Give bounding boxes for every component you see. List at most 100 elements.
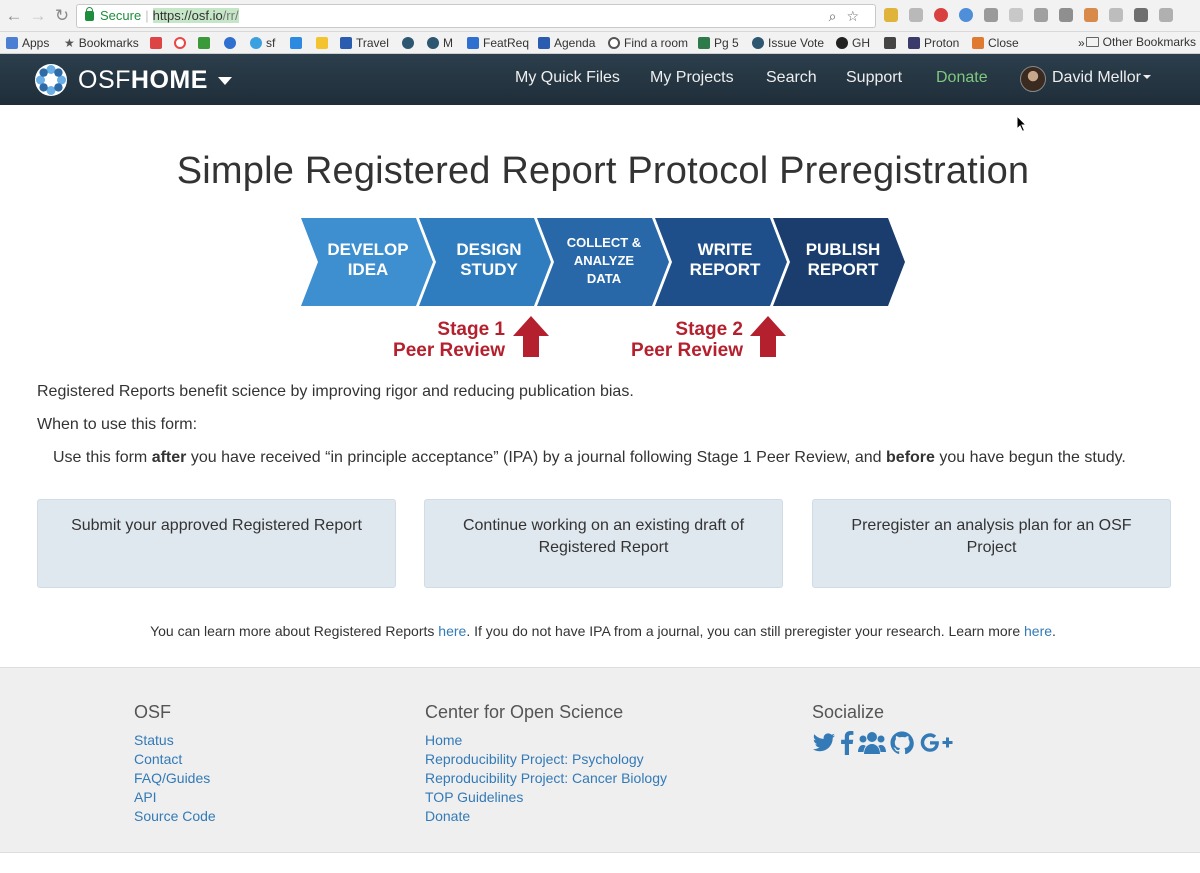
group-icon[interactable] xyxy=(858,731,886,755)
submit-approved-report-option[interactable]: Submit your approved Registered Report xyxy=(37,499,396,588)
bookmark-pg5[interactable]: Pg 5 xyxy=(698,35,739,51)
footer-osf-heading: OSF xyxy=(134,702,172,722)
extension-icon[interactable] xyxy=(959,8,973,22)
bookmark-apps[interactable]: Apps xyxy=(6,35,49,51)
browser-toolbar: ← → ↻ Secure | https://osf.io/rr/ ⌕☆ xyxy=(0,0,1200,32)
bookmark-google[interactable] xyxy=(174,35,190,51)
continue-draft-option[interactable]: Continue working on an existing draft of… xyxy=(424,499,783,588)
evernote-icon xyxy=(198,37,210,49)
footer-link-rp-psychology[interactable]: Reproducibility Project: Psychology xyxy=(425,750,667,769)
extension-icon[interactable] xyxy=(984,8,998,22)
star-icon[interactable]: ☆ xyxy=(846,8,869,24)
bookmark-issue-vote[interactable]: Issue Vote xyxy=(752,35,824,51)
footer-link-donate[interactable]: Donate xyxy=(425,807,667,826)
bookmark-close[interactable]: Close xyxy=(972,35,1019,51)
preregister-analysis-plan-option[interactable]: Preregister an analysis plan for an OSF … xyxy=(812,499,1171,588)
bookmark-drive[interactable] xyxy=(316,35,332,51)
bookmark-featreq[interactable]: FeatReq xyxy=(467,35,529,51)
footnote: You can learn more about Registered Repo… xyxy=(150,623,1056,639)
bookmark-owl[interactable] xyxy=(884,35,900,51)
extension-icon[interactable] xyxy=(1009,8,1023,22)
extension-icon[interactable] xyxy=(1034,8,1048,22)
bookmark-gmail[interactable] xyxy=(150,35,166,51)
footer-osf-column: OSF Status Contact FAQ/Guides API Source… xyxy=(134,702,216,826)
url-path: /rr/ xyxy=(222,8,239,23)
avatar[interactable] xyxy=(1020,66,1046,92)
extension-icon[interactable] xyxy=(1059,8,1073,22)
flow-step-text: IDEA xyxy=(348,260,389,279)
footer-link-source-code[interactable]: Source Code xyxy=(134,807,216,826)
flow-step-design-study: DESIGN STUDY xyxy=(419,218,551,306)
reload-icon[interactable]: ↻ xyxy=(52,6,72,26)
chevron-down-icon[interactable] xyxy=(217,77,232,85)
osf-home-brand[interactable]: OSF HOME xyxy=(34,63,232,97)
nav-support[interactable]: Support xyxy=(846,69,902,87)
footer-link-faq[interactable]: FAQ/Guides xyxy=(134,769,216,788)
extension-icon[interactable] xyxy=(884,8,898,22)
github-icon[interactable] xyxy=(890,731,914,755)
flow-step-text: DESIGN xyxy=(456,240,521,259)
footer-link-api[interactable]: API xyxy=(134,788,216,807)
google-icon xyxy=(608,37,620,49)
extension-icon[interactable] xyxy=(934,8,948,22)
footer-link-home[interactable]: Home xyxy=(425,731,667,750)
extension-icon[interactable] xyxy=(1109,8,1123,22)
review-label: Stage 2 xyxy=(675,319,743,340)
learn-more-rr-link[interactable]: here xyxy=(438,623,466,639)
extension-icon[interactable] xyxy=(1084,8,1098,22)
footer-link-rp-cancer-biology[interactable]: Reproducibility Project: Cancer Biology xyxy=(425,769,667,788)
footer-cos-heading: Center for Open Science xyxy=(425,702,624,722)
user-menu[interactable]: David Mellor xyxy=(1052,69,1151,87)
page-footer: OSF Status Contact FAQ/Guides API Source… xyxy=(0,667,1200,853)
flow-step-develop-idea: DEVELOP IDEA xyxy=(301,218,433,306)
agenda-icon xyxy=(538,37,550,49)
footer-link-contact[interactable]: Contact xyxy=(134,750,216,769)
gear-icon xyxy=(427,37,439,49)
nav-donate[interactable]: Donate xyxy=(936,69,988,87)
bookmark-bookmarks[interactable]: ★ Bookmarks xyxy=(64,35,139,51)
footer-link-top-guidelines[interactable]: TOP Guidelines xyxy=(425,788,667,807)
stage-2-peer-review: Stage 2 Peer Review xyxy=(631,316,786,361)
brand-osf: OSF xyxy=(78,65,131,94)
extension-icon[interactable] xyxy=(1159,8,1173,22)
zoom-icon[interactable]: ⌕ xyxy=(829,8,847,24)
bookmark-m[interactable]: M xyxy=(427,35,453,51)
footer-social-heading: Socialize xyxy=(812,702,885,722)
bookmark-d[interactable] xyxy=(290,35,306,51)
address-bar[interactable]: Secure | https://osf.io/rr/ ⌕☆ xyxy=(76,4,876,28)
learn-more-prereg-link[interactable]: here xyxy=(1024,623,1052,639)
flow-step-text: STUDY xyxy=(460,260,518,279)
nav-search[interactable]: Search xyxy=(766,69,817,87)
twitter-icon[interactable] xyxy=(812,732,836,754)
google-plus-icon[interactable] xyxy=(918,731,956,755)
bookmark-cloud[interactable] xyxy=(224,35,240,51)
bookmark-proton[interactable]: Proton xyxy=(908,35,959,51)
footer-link-status[interactable]: Status xyxy=(134,731,216,750)
bookmarks-overflow[interactable]: » xyxy=(1078,35,1085,51)
bookmark-sf[interactable]: sf xyxy=(250,35,275,51)
bookmark-agenda[interactable]: Agenda xyxy=(538,35,595,51)
bookmark-find-room[interactable]: Find a room xyxy=(608,35,688,51)
extension-icon[interactable] xyxy=(1134,8,1148,22)
nav-my-projects[interactable]: My Projects xyxy=(650,69,734,87)
forward-icon[interactable]: → xyxy=(28,6,48,26)
osf-logo-icon xyxy=(35,64,67,96)
bookmark-gh[interactable]: GH xyxy=(836,35,870,51)
secure-label: Secure xyxy=(100,8,142,23)
facebook-icon[interactable] xyxy=(840,731,854,755)
bookmark-gear[interactable] xyxy=(402,35,418,51)
bookmark-evernote[interactable] xyxy=(198,35,214,51)
intro-text: Registered Reports benefit science by im… xyxy=(37,383,634,400)
nav-my-quick-files[interactable]: My Quick Files xyxy=(515,69,620,87)
back-icon[interactable]: ← xyxy=(4,6,24,26)
extension-icon[interactable] xyxy=(909,8,923,22)
flow-step-text: DATA xyxy=(587,271,622,286)
osf-navbar: OSF HOME My Quick Files My Projects Searc… xyxy=(0,54,1200,105)
pg-icon xyxy=(698,37,710,49)
other-bookmarks[interactable]: Other Bookmarks xyxy=(1085,35,1196,49)
mouse-cursor-icon xyxy=(1016,115,1028,133)
bookmark-travel[interactable]: Travel xyxy=(340,35,389,51)
review-label: Stage 1 xyxy=(437,319,505,340)
up-arrow-icon xyxy=(513,316,549,357)
page-title: Simple Registered Report Protocol Prereg… xyxy=(176,150,1030,192)
